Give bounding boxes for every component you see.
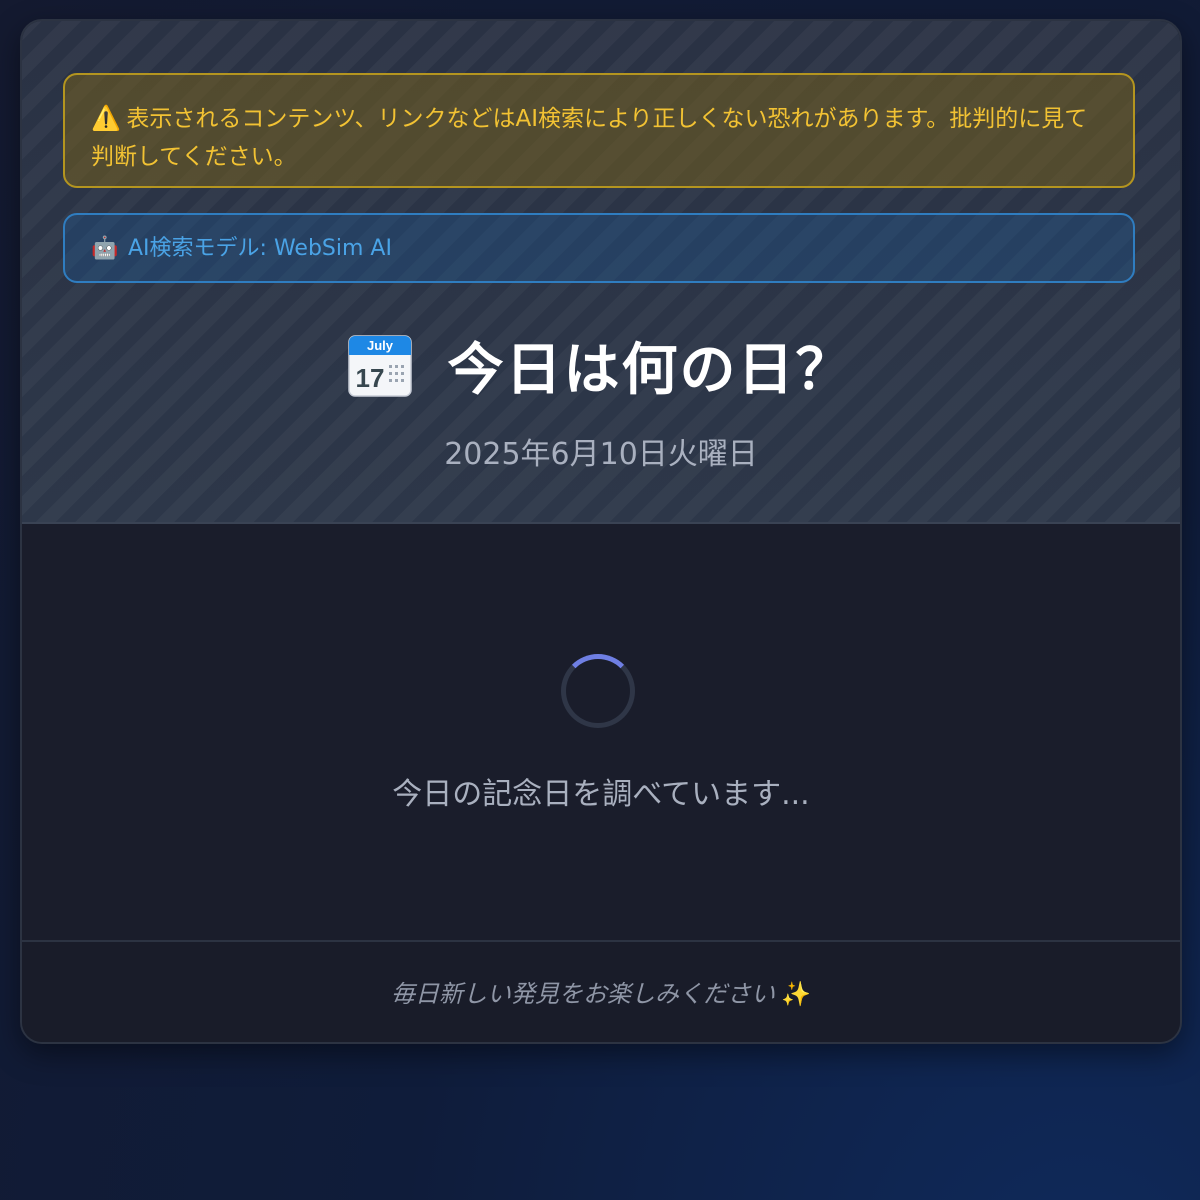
loading-spinner-icon [561, 654, 635, 728]
calendar-day: 17 [356, 363, 385, 393]
footer-message-row: 毎日新しい発見をお楽しみください ✨ [22, 974, 1180, 1009]
calendar-icon: July 17 [348, 334, 413, 397]
warning-icon: ⚠️ [91, 104, 121, 132]
footer-text: 毎日新しい発見をお楽しみください [391, 980, 776, 1008]
warning-text: 表示されるコンテンツ、リンクなどはAI検索により正しくない恐れがあります。批判的… [91, 106, 1088, 170]
page-title: 今日は何の日？ [447, 338, 854, 403]
ai-model-banner: 🤖 AI検索モデル: WebSim AI [63, 213, 1135, 283]
footer: 毎日新しい発見をお楽しみください ✨ [22, 940, 1180, 1042]
ai-warning-banner: ⚠️ 表示されるコンテンツ、リンクなどはAI検索により正しくない恐れがあります。… [63, 73, 1135, 188]
header-section: ⚠️ 表示されるコンテンツ、リンクなどはAI検索により正しくない恐れがあります。… [22, 21, 1180, 524]
loading-area: 今日の記念日を調べています... [22, 524, 1180, 940]
page-title-row: July 17 今日は何の日？ [22, 325, 1180, 403]
sparkle-icon: ✨ [781, 980, 811, 1008]
robot-icon: 🤖 [91, 236, 119, 261]
calendar-month: July [367, 338, 394, 353]
model-text: AI検索モデル: WebSim AI [128, 236, 392, 261]
main-card: ⚠️ 表示されるコンテンツ、リンクなどはAI検索により正しくない恐れがあります。… [20, 19, 1182, 1044]
current-date: 2025年6月10日火曜日 [444, 437, 758, 472]
loading-text: 今日の記念日を調べています... [392, 777, 810, 812]
